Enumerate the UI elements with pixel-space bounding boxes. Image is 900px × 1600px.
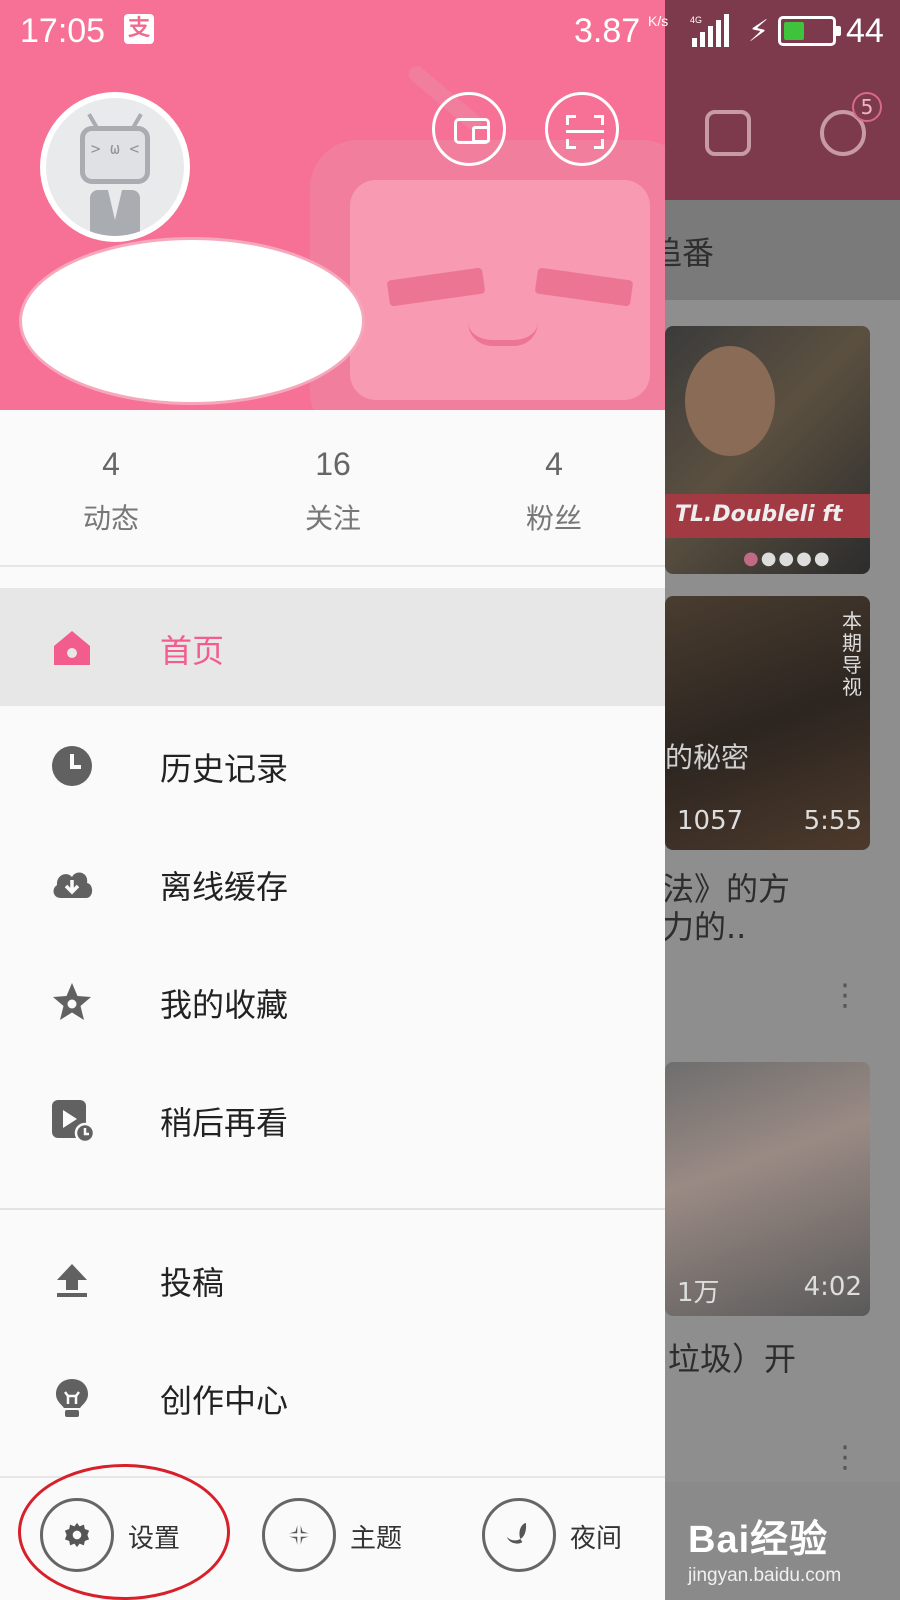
- background-video-card: 1万 4:02: [665, 1062, 870, 1316]
- tv-mouth: [468, 322, 538, 346]
- avatar-image: > ω <: [46, 98, 184, 236]
- menu-item-watch-later[interactable]: 稍后再看: [0, 1060, 665, 1178]
- night-mode-button[interactable]: 夜间: [482, 1498, 662, 1578]
- gear-icon: [64, 1522, 90, 1548]
- wallet-icon: [454, 118, 490, 144]
- menu-item-label: 首页: [160, 632, 225, 670]
- theme-icon: [283, 1519, 315, 1551]
- profile-stats: 4 动态 16 关注 4 粉丝: [0, 410, 665, 567]
- play-later-icon: [52, 1100, 94, 1142]
- stat-fans-label: 粉丝: [525, 502, 582, 535]
- settings-label: 设置: [128, 1524, 181, 1554]
- cloud-download-icon: [53, 872, 93, 898]
- battery-level: 44: [846, 12, 884, 50]
- signal-icon: 4G: [690, 14, 729, 47]
- tv-eye: [534, 267, 634, 307]
- home-icon: [54, 631, 90, 665]
- menu-item-home[interactable]: 首页: [0, 588, 665, 706]
- background-video-card: 本期导视 的秘密 1057 5:55: [665, 596, 870, 850]
- more-icon: ⋮: [830, 978, 860, 1013]
- background-card-title: 法》的方 力的..: [662, 870, 790, 946]
- more-icon: ⋮: [830, 1440, 860, 1475]
- card-view-count: 1057: [677, 806, 744, 836]
- tv-eye: [386, 267, 486, 307]
- header-tv-decoration: [310, 140, 665, 410]
- avatar[interactable]: > ω <: [40, 92, 190, 242]
- moon-icon: [506, 1522, 527, 1544]
- settings-icon-circle: [40, 1498, 114, 1572]
- avatar-face: > ω <: [90, 139, 140, 158]
- upload-icon: [57, 1264, 87, 1297]
- night-mode-label: 夜间: [570, 1524, 623, 1554]
- menu-item-history[interactable]: 历史记录: [0, 706, 665, 824]
- theme-button[interactable]: 主题: [262, 1498, 442, 1578]
- stat-dynamic-label: 动态: [82, 502, 139, 535]
- card-title-line: 力的..: [662, 908, 747, 946]
- watermark-url: jingyan.baidu.com: [688, 1565, 842, 1586]
- navigation-drawer: > ω < 4 动态 16 关注 4 粉丝 首页 历史记录 离线缓存 我的收藏 …: [0, 0, 665, 1600]
- watermark: Bai经验 jingyan.baidu.com: [688, 1508, 841, 1587]
- clock-icon: [52, 746, 92, 786]
- username-redaction: [22, 240, 362, 402]
- scan-button[interactable]: [545, 92, 619, 166]
- stat-fans-count: 4: [545, 446, 563, 482]
- theme-icon-circle: [262, 1498, 336, 1572]
- menu-item-upload[interactable]: 投稿: [0, 1220, 665, 1338]
- card-overlay-text: 的秘密: [665, 741, 750, 774]
- stat-dynamic-count: 4: [102, 446, 120, 482]
- status-time: 17:05: [20, 12, 106, 50]
- scan-icon: [566, 115, 604, 149]
- menu-item-label: 稍后再看: [160, 1104, 289, 1142]
- stat-dynamic[interactable]: 4 动态: [31, 410, 191, 567]
- battery-icon: [778, 16, 841, 46]
- menu-item-creation-center[interactable]: 创作中心: [0, 1338, 665, 1456]
- network-type: 4G: [690, 15, 702, 25]
- bulb-icon: [56, 1379, 88, 1417]
- banner-image: [685, 346, 775, 456]
- status-bar: 17:05 支 3.87 K/s 4G ⚡ 44: [0, 0, 900, 62]
- stat-follow[interactable]: 16 关注: [253, 410, 413, 567]
- header-tv-screen: [350, 180, 650, 400]
- stat-follow-count: 16: [315, 446, 351, 482]
- menu-item-label: 历史记录: [160, 750, 289, 788]
- message-badge: 5: [852, 92, 882, 122]
- menu-item-offline-cache[interactable]: 离线缓存: [0, 824, 665, 942]
- card-side-label: 本期导视: [842, 609, 862, 699]
- menu-divider: [0, 1208, 665, 1210]
- card-duration: 5:55: [803, 806, 862, 836]
- avatar-tv-icon: > ω <: [80, 126, 150, 184]
- banner-pager-dots: ●●●●●: [743, 548, 832, 569]
- banner-text: TL.Doubleli ft: [665, 494, 870, 538]
- watermark-logo: Bai经验: [688, 1519, 829, 1561]
- card-title-line: 法》的方: [662, 870, 791, 908]
- network-speed: 3.87: [574, 12, 641, 50]
- background-card-title: 垃圾）开: [668, 1340, 797, 1378]
- menu-item-label: 投稿: [160, 1264, 225, 1302]
- avatar-body: [90, 190, 140, 236]
- network-speed-unit: K/s: [648, 13, 669, 29]
- menu-item-label: 离线缓存: [160, 868, 289, 906]
- wallet-button[interactable]: [432, 92, 506, 166]
- charging-icon: ⚡: [748, 14, 770, 49]
- alipay-icon: 支: [124, 14, 154, 44]
- theme-label: 主题: [350, 1524, 403, 1554]
- star-icon: [53, 983, 91, 1020]
- stat-fans[interactable]: 4 粉丝: [474, 410, 634, 567]
- battery-fill: [784, 22, 804, 40]
- drawer-footer: 设置 主题 夜间: [0, 1476, 665, 1600]
- stat-follow-label: 关注: [304, 502, 361, 535]
- night-icon-circle: [482, 1498, 556, 1572]
- settings-button[interactable]: 设置: [40, 1498, 240, 1578]
- background-banner-card: TL.Doubleli ft ●●●●●: [665, 326, 870, 574]
- menu-item-label: 我的收藏: [160, 986, 289, 1024]
- menu-item-favorites[interactable]: 我的收藏: [0, 942, 665, 1060]
- card-view-count: 1万: [677, 1278, 720, 1308]
- menu-item-label: 创作中心: [160, 1382, 289, 1420]
- download-icon: [705, 110, 751, 156]
- card-duration: 4:02: [803, 1272, 862, 1302]
